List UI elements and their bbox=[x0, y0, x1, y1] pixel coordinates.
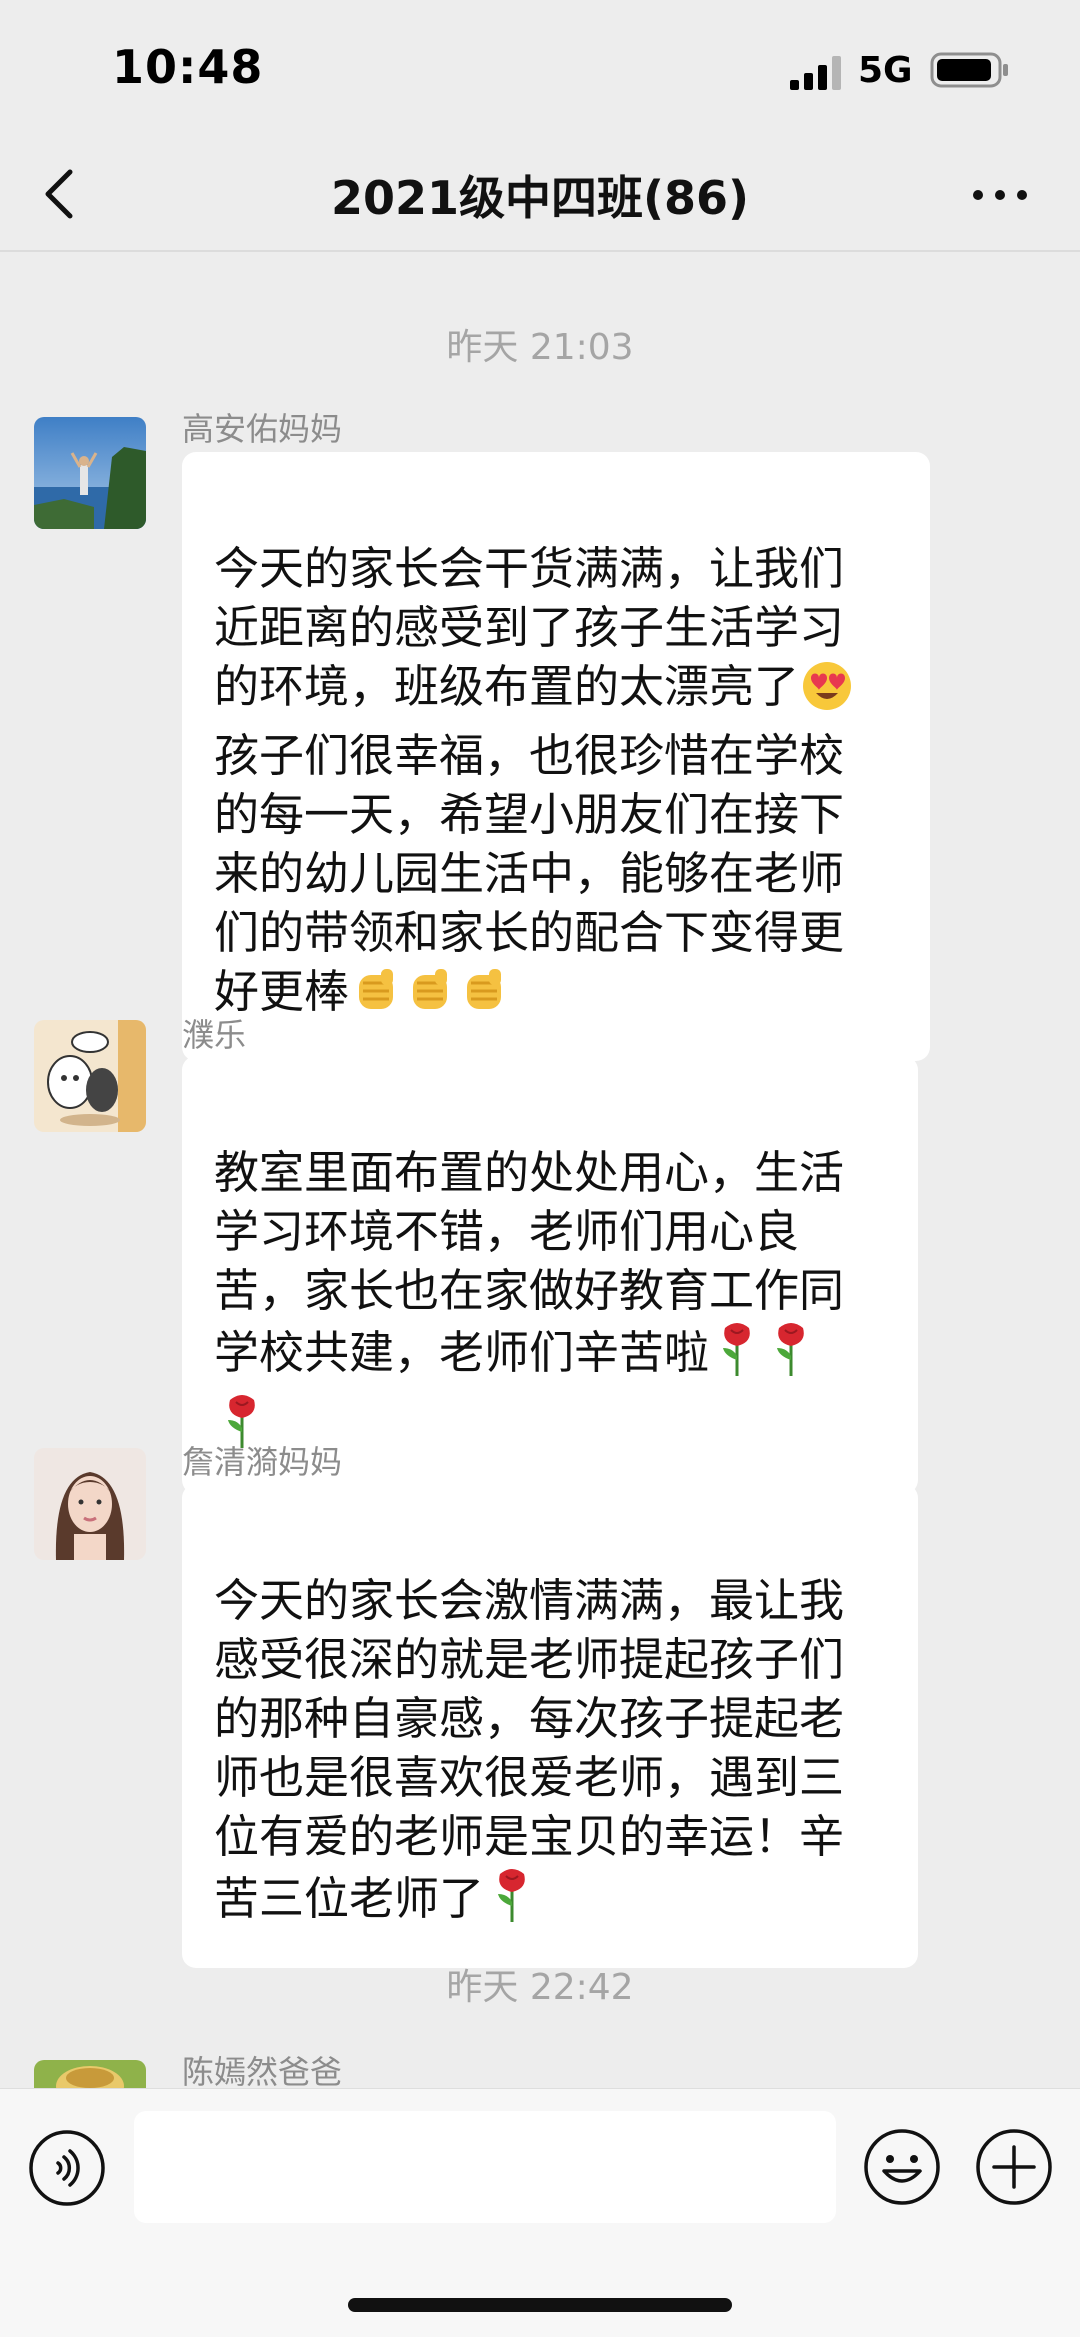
more-dots-icon[interactable] bbox=[970, 180, 1030, 210]
message-bubble[interactable]: 今天的家长会激情满满，最让我 感受很深的就是老师提起孩子们 的那种自豪感，每次孩… bbox=[182, 1484, 918, 1968]
fist-emoji bbox=[405, 965, 457, 1031]
network-label: 5G bbox=[858, 50, 913, 91]
fist-emoji bbox=[459, 965, 511, 1031]
message-bubble[interactable]: 今天的家长会干货满满，让我们 近距离的感受到了孩子生活学习 的环境，班级布置的太… bbox=[182, 452, 930, 1061]
smiley-icon[interactable] bbox=[862, 2127, 942, 2207]
avatar[interactable] bbox=[34, 2060, 146, 2088]
sender-name: 高安佑妈妈 bbox=[182, 410, 343, 448]
voice-icon[interactable] bbox=[28, 2129, 106, 2207]
landscape-photo-avatar bbox=[34, 417, 146, 529]
nav-bar: 2021级中四班(86) bbox=[0, 140, 1080, 250]
timestamp: 昨天 21:03 bbox=[446, 327, 634, 368]
message-text: 孩子们很幸福，也很珍惜在学校 的每一天，希望小朋友们在接下 来的幼儿园生活中，能… bbox=[214, 729, 845, 1018]
battery-icon bbox=[930, 52, 1008, 88]
nav-divider bbox=[0, 250, 1080, 252]
status-bar: 10:48 5G bbox=[0, 0, 1080, 140]
message-input[interactable] bbox=[134, 2111, 836, 2223]
home-indicator bbox=[348, 2298, 732, 2312]
timestamp: 昨天 22:42 bbox=[446, 1967, 634, 2008]
signal-bars-icon bbox=[790, 56, 841, 90]
rose-emoji bbox=[486, 1866, 538, 1938]
portrait-photo-avatar bbox=[34, 1448, 146, 1560]
cartoon-avatar bbox=[34, 2060, 146, 2088]
chat-title: 2021级中四班(86) bbox=[330, 171, 750, 225]
message-text: 今天的家长会干货满满，让我们 近距离的感受到了孩子生活学习 的环境，班级布置的太… bbox=[214, 542, 845, 713]
sender-name: 濮乐 bbox=[182, 1016, 247, 1054]
chat-screen: 10:48 5G 2021级中四班(86) 昨天 21:03 高安佑妈妈 今天的… bbox=[0, 0, 1080, 2337]
sender-name: 陈嫣然爸爸 bbox=[182, 2053, 343, 2091]
message-bubble[interactable]: 教室里面布置的处处用心，生活 学习环境不错，老师们用心良 苦，家长也在家做好教育… bbox=[182, 1056, 918, 1494]
avatar[interactable] bbox=[34, 1020, 146, 1132]
status-time: 10:48 bbox=[112, 40, 264, 94]
rose-emoji bbox=[711, 1320, 763, 1392]
fist-emoji bbox=[351, 965, 403, 1031]
cartoon-animals-avatar bbox=[34, 1020, 146, 1132]
rose-emoji bbox=[765, 1320, 817, 1392]
plus-circle-icon[interactable] bbox=[974, 2127, 1054, 2207]
avatar[interactable] bbox=[34, 417, 146, 529]
avatar[interactable] bbox=[34, 1448, 146, 1560]
sender-name: 詹清漪妈妈 bbox=[182, 1443, 343, 1481]
heart-eyes-emoji bbox=[801, 660, 853, 726]
